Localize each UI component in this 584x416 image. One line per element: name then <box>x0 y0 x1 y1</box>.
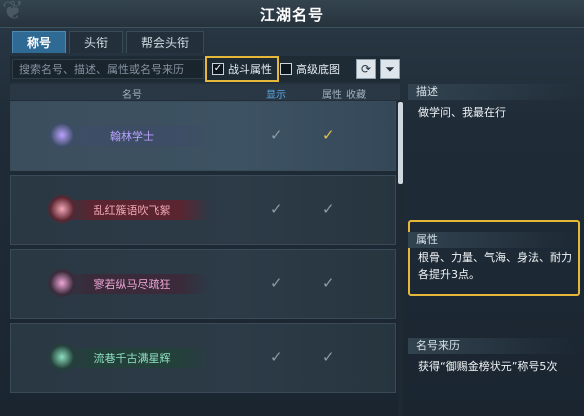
advanced-bg-label: 高级底图 <box>296 63 340 76</box>
display-check-icon[interactable]: ✓ <box>270 126 283 144</box>
detail-panel: 描述 做学问、我最在行 属性 根骨、力量、气海、身法、耐力各提升3点。 名号来历… <box>408 84 584 416</box>
display-check-icon[interactable]: ✓ <box>270 274 283 292</box>
title-row[interactable]: 翰林学士 ✓ ✓ <box>10 101 396 171</box>
search-input[interactable] <box>12 59 204 79</box>
title-banner: 流巷千古满星辉 <box>47 342 211 372</box>
display-check-icon[interactable]: ✓ <box>270 200 283 218</box>
filter-bar: ✓ 战斗属性 高级底图 ⟳ ⏷ <box>10 56 400 82</box>
scroll-thumb[interactable] <box>398 102 403 184</box>
display-check-icon[interactable]: ✓ <box>270 348 283 366</box>
tab-guild-touxian[interactable]: 帮会头衔 <box>126 31 205 53</box>
list-scrollbar[interactable] <box>398 100 403 416</box>
title-row[interactable]: 寥若纵马尽疏狂 ✓ ✓ <box>10 249 396 319</box>
title-banner: 乱红簇语吹飞絮 <box>47 194 211 224</box>
title-name: 翰林学士 <box>110 130 154 143</box>
battle-attr-filter[interactable]: ✓ 战斗属性 <box>205 56 279 82</box>
title-name: 流巷千古满星辉 <box>93 352 171 365</box>
attr-check-icon[interactable]: ✓ <box>322 274 335 292</box>
desc-heading: 描述 <box>408 84 578 100</box>
title-emblem-icon <box>47 268 77 298</box>
advanced-bg-filter[interactable]: 高级底图 <box>280 59 340 79</box>
battle-attr-label: 战斗属性 <box>228 63 272 76</box>
origin-heading: 名号来历 <box>408 338 578 354</box>
title-row[interactable]: 流巷千古满星辉 ✓ ✓ <box>10 323 396 393</box>
filter-icon[interactable]: ⏷ <box>380 59 400 79</box>
title-name: 寥若纵马尽疏狂 <box>93 278 171 291</box>
col-attr-header[interactable]: 属性 <box>322 86 342 101</box>
desc-text: 做学问、我最在行 <box>418 106 506 119</box>
title-window: ❦ 江湖名号 称号 头衔 帮会头衔 ✓ 战斗属性 高级底图 ⟳ ⏷ 名号 显示 … <box>0 0 584 416</box>
origin-text: 获得“御赐金榜状元”称号5次 <box>418 360 558 373</box>
title-banner: 寥若纵马尽疏狂 <box>47 268 211 298</box>
battle-attr-checkbox[interactable]: ✓ <box>212 63 224 75</box>
titlebar: ❦ 江湖名号 <box>0 0 584 28</box>
refresh-icon[interactable]: ⟳ <box>356 59 376 79</box>
tab-bar: 称号 头衔 帮会头衔 <box>12 31 205 53</box>
title-list[interactable]: 翰林学士 ✓ ✓ 乱红簇语吹飞絮 ✓ ✓ 寥若纵马尽疏狂 ✓ ✓ 流巷千古满星辉 ✓ ✓ <box>10 101 396 416</box>
title-banner: 翰林学士 <box>47 120 211 150</box>
attr-text: 根骨、力量、气海、身法、耐力各提升3点。 <box>418 251 572 281</box>
col-name-header: 名号 <box>122 90 142 101</box>
attr-check-icon[interactable]: ✓ <box>322 200 335 218</box>
title-emblem-icon <box>47 194 77 224</box>
attr-check-icon[interactable]: ✓ <box>322 348 335 366</box>
list-header: 名号 显示 属性 收藏 <box>10 84 400 101</box>
title-name: 乱红簇语吹飞絮 <box>93 204 171 217</box>
col-display-header[interactable]: 显示 <box>266 86 286 101</box>
tab-chenghao[interactable]: 称号 <box>12 31 67 53</box>
title-row[interactable]: 乱红簇语吹飞絮 ✓ ✓ <box>10 175 396 245</box>
col-fav-header[interactable]: 收藏 <box>346 86 366 101</box>
window-title: 江湖名号 <box>259 6 324 24</box>
attr-heading: 属性 <box>408 232 578 248</box>
attr-check-icon[interactable]: ✓ <box>322 126 335 144</box>
title-emblem-icon <box>47 120 77 150</box>
title-emblem-icon <box>47 342 77 372</box>
advanced-bg-checkbox[interactable] <box>280 63 292 75</box>
tab-touxian[interactable]: 头衔 <box>69 31 124 53</box>
